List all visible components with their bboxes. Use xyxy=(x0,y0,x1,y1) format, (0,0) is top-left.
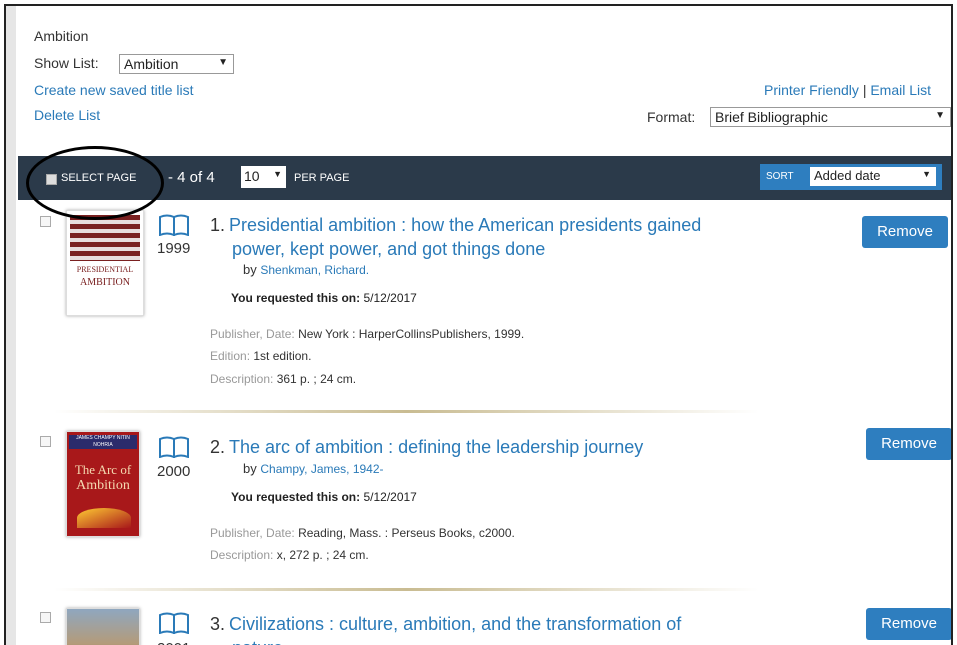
description-value: 361 p. ; 24 cm. xyxy=(276,372,357,386)
cover-authors: JAMES CHAMPY NITIN NOHRIA xyxy=(69,435,137,449)
requested-label: You requested this on: xyxy=(231,490,361,504)
publisher-value: Reading, Mass. : Perseus Books, c2000. xyxy=(298,526,515,540)
page-frame: Ambition Show List: Ambition ▼ Create ne… xyxy=(4,4,953,645)
book-format-icon xyxy=(159,436,189,458)
item-title: 2. The arc of ambition : defining the lea… xyxy=(210,435,810,459)
item-byline: by Champy, James, 1942- xyxy=(243,461,384,476)
author-link[interactable]: Champy, James, 1942- xyxy=(260,462,383,476)
requested-date: 5/12/2017 xyxy=(363,490,417,504)
select-page-checkbox[interactable] xyxy=(46,174,57,185)
sort-value: Added date xyxy=(814,168,881,183)
book-format-icon xyxy=(159,612,189,634)
publisher-label: Publisher, Date: xyxy=(210,526,295,540)
description-info: Description: x, 272 p. ; 24 cm. xyxy=(210,548,369,562)
description-label: Description: xyxy=(210,548,274,562)
book-cover[interactable] xyxy=(66,608,140,645)
per-page-label: PER PAGE xyxy=(294,172,350,184)
cover-text-2: AMBITION xyxy=(80,277,130,288)
results-toolbar: SELECT PAGE - 4 of 4 10 ▼ PER PAGE SORT … xyxy=(18,156,951,200)
remove-button[interactable]: Remove xyxy=(866,608,951,640)
dropdown-arrow-icon: ▼ xyxy=(273,169,282,179)
edition-info: Edition: 1st edition. xyxy=(210,349,311,363)
list-name: Ambition xyxy=(34,28,89,44)
description-label: Description: xyxy=(210,372,274,386)
item-divider xyxy=(54,588,759,591)
cover-flag-art xyxy=(70,215,140,261)
dropdown-arrow-icon: ▼ xyxy=(935,110,945,121)
item-title-link[interactable]: The arc of ambition : defining the leade… xyxy=(229,437,643,457)
dropdown-arrow-icon: ▼ xyxy=(218,57,228,68)
book-cover[interactable]: PRESIDENTIAL AMBITION xyxy=(66,210,144,316)
dropdown-arrow-icon: ▼ xyxy=(922,169,931,179)
by-label: by xyxy=(243,461,257,476)
item-year: 1999 xyxy=(157,240,191,257)
description-value: x, 272 p. ; 24 cm. xyxy=(276,548,369,562)
remove-button[interactable]: Remove xyxy=(866,428,951,460)
list-actions: Printer Friendly | Email List xyxy=(764,82,931,98)
item-title-link[interactable]: Civilizations : culture, ambition, and t… xyxy=(229,614,681,634)
item-divider xyxy=(54,410,759,413)
printer-friendly-link[interactable]: Printer Friendly xyxy=(764,82,859,98)
link-separator: | xyxy=(862,82,867,98)
sort-select[interactable]: Added date ▼ xyxy=(810,167,936,186)
sort-box: SORT Added date ▼ xyxy=(760,164,942,190)
format-label: Format: xyxy=(647,109,696,125)
publisher-value: New York : HarperCollinsPublishers, 1999… xyxy=(298,327,525,341)
cover-arc-art xyxy=(77,508,131,528)
remove-button[interactable]: Remove xyxy=(862,216,948,248)
item-byline: by Shenkman, Richard. xyxy=(243,262,369,277)
publisher-info: Publisher, Date: Reading, Mass. : Perseu… xyxy=(210,526,515,540)
book-format-icon xyxy=(159,214,189,236)
author-link[interactable]: Shenkman, Richard. xyxy=(260,263,369,277)
email-list-link[interactable]: Email List xyxy=(870,82,931,98)
format-select[interactable]: Brief Bibliographic ▼ xyxy=(710,107,951,127)
item-checkbox[interactable] xyxy=(40,612,51,623)
left-gutter xyxy=(6,6,16,645)
edition-label: Edition: xyxy=(210,349,251,363)
requested-date: 5/12/2017 xyxy=(363,291,417,305)
cover-text-1: The Arc of xyxy=(74,462,132,477)
per-page-select[interactable]: 10 ▼ xyxy=(241,166,286,188)
item-year: 2001 xyxy=(157,640,190,645)
item-title: 3. Civilizations : culture, ambition, and… xyxy=(210,612,810,645)
requested-label: You requested this on: xyxy=(231,291,361,305)
item-number: 2. xyxy=(210,437,226,457)
show-list-label: Show List: xyxy=(34,55,99,71)
edition-value: 1st edition. xyxy=(253,349,312,363)
select-page-label[interactable]: SELECT PAGE xyxy=(61,172,136,184)
item-title-link[interactable]: nature xyxy=(232,638,283,645)
publisher-label: Publisher, Date: xyxy=(210,327,295,341)
book-cover[interactable]: JAMES CHAMPY NITIN NOHRIA The Arc of Amb… xyxy=(66,431,140,537)
item-title-link[interactable]: power, kept power, and got things done xyxy=(232,239,545,259)
item-checkbox[interactable] xyxy=(40,436,51,447)
sort-label: SORT xyxy=(766,171,794,182)
by-label: by xyxy=(243,262,257,277)
show-list-value: Ambition xyxy=(124,56,179,72)
publisher-info: Publisher, Date: New York : HarperCollin… xyxy=(210,327,524,341)
format-value: Brief Bibliographic xyxy=(715,109,828,125)
item-number: 1. xyxy=(210,215,226,235)
requested-on: You requested this on: 5/12/2017 xyxy=(231,291,417,305)
item-number: 3. xyxy=(210,614,226,634)
cover-text-2: Ambition xyxy=(76,478,130,493)
item-checkbox[interactable] xyxy=(40,216,51,227)
item-title: 1. Presidential ambition : how the Americ… xyxy=(210,213,770,261)
create-list-link[interactable]: Create new saved title list xyxy=(34,82,194,98)
show-list-select[interactable]: Ambition ▼ xyxy=(119,54,234,74)
requested-on: You requested this on: 5/12/2017 xyxy=(231,490,417,504)
cover-text-1: PRESIDENTIAL xyxy=(76,265,134,274)
description-info: Description: 361 p. ; 24 cm. xyxy=(210,372,356,386)
item-year: 2000 xyxy=(157,463,191,480)
item-title-link[interactable]: Presidential ambition : how the American… xyxy=(229,215,701,235)
delete-list-link[interactable]: Delete List xyxy=(34,107,100,123)
per-page-value: 10 xyxy=(244,168,260,184)
result-range: - 4 of 4 xyxy=(168,169,215,186)
